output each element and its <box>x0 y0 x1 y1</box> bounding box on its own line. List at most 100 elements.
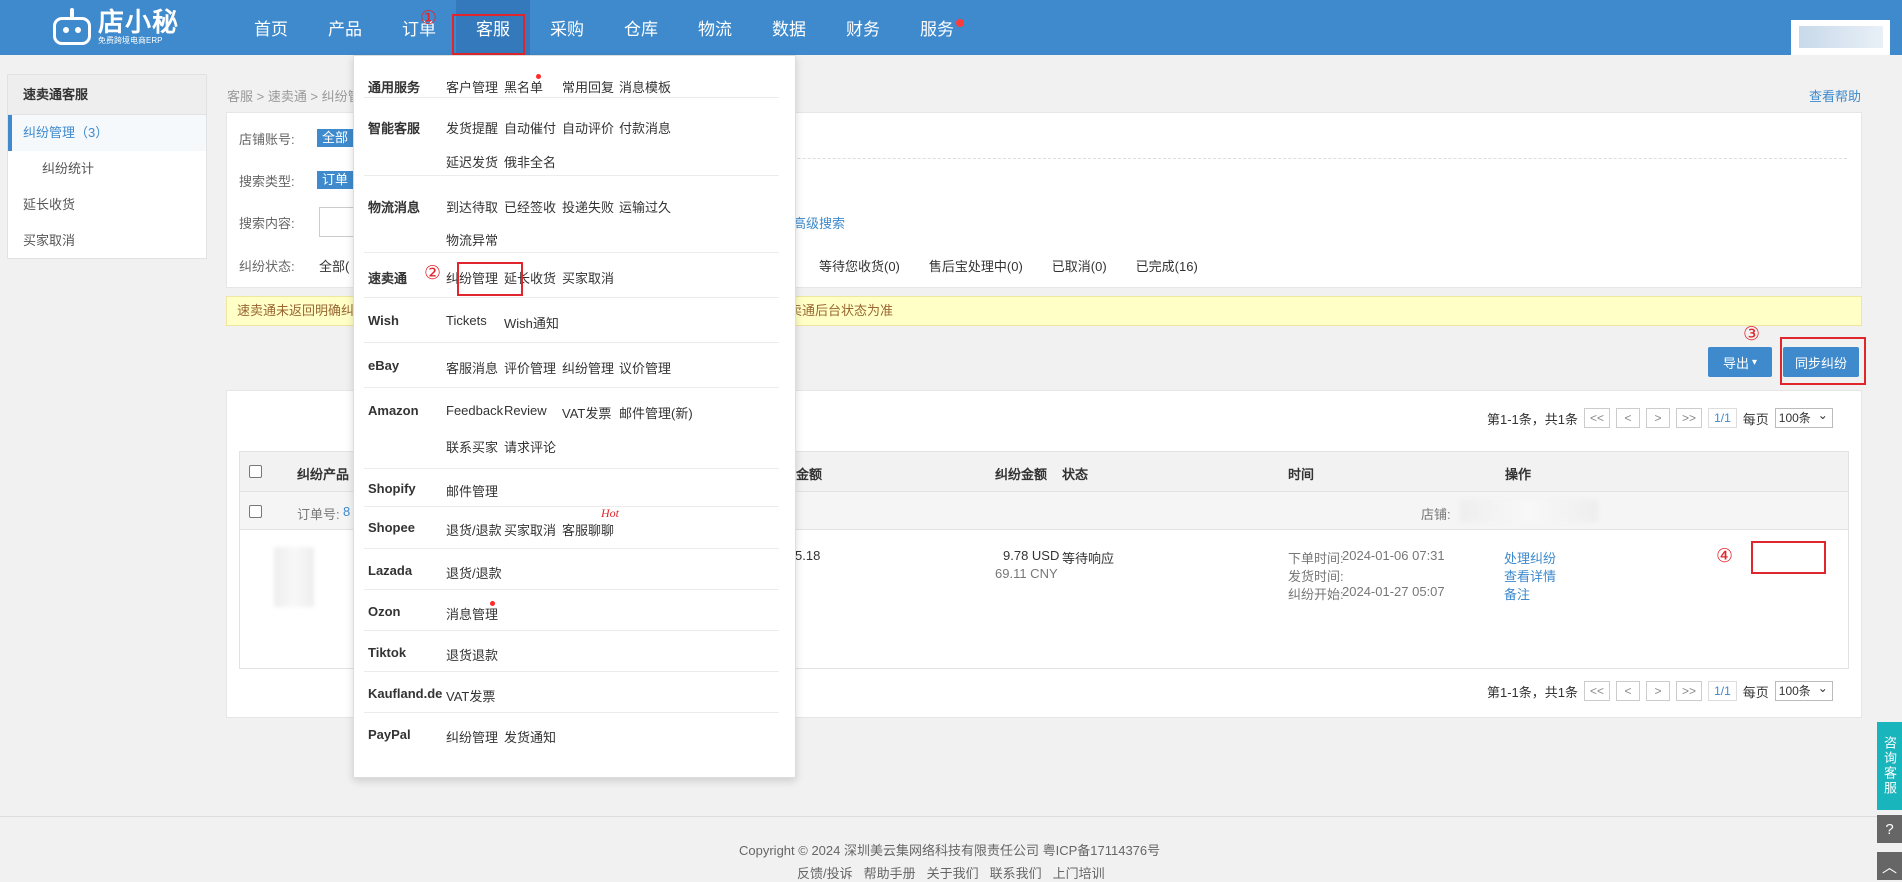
nav-home[interactable]: 首页 <box>234 0 308 55</box>
per-page-select[interactable]: 100条 <box>1774 679 1833 701</box>
footer-link-manual[interactable]: 帮助手册 <box>864 863 916 882</box>
menu-item-extend-receipt[interactable]: 延长收货 <box>504 268 556 287</box>
status-tab-completed[interactable]: 已完成(16) <box>1136 256 1198 275</box>
menu-item-contact-buyer[interactable]: 联系买家 <box>446 437 498 456</box>
menu-item-dispute-management[interactable]: 纠纷管理 <box>446 268 498 287</box>
menu-item-review[interactable]: Review <box>504 403 547 418</box>
menu-item-service-message[interactable]: 客服消息 <box>446 358 498 377</box>
remark-link[interactable]: 备注 <box>1504 584 1530 603</box>
menu-item-tiktok-return[interactable]: 退货退款 <box>446 645 498 664</box>
pager-first[interactable]: << <box>1584 681 1611 701</box>
menu-item-shopify-mail[interactable]: 邮件管理 <box>446 481 498 500</box>
menu-item-signed[interactable]: 已经签收 <box>504 197 556 216</box>
menu-item-awaiting-pickup[interactable]: 到达待取 <box>446 197 498 216</box>
pager-first[interactable]: << <box>1584 408 1611 428</box>
menu-item-message-template[interactable]: 消息模板 <box>619 77 671 96</box>
menu-item-mail-mgmt-new[interactable]: 邮件管理(新) <box>619 403 693 422</box>
menu-item-wish-notice[interactable]: Wish通知 <box>504 313 559 332</box>
menu-item-paypal-dispute[interactable]: 纠纷管理 <box>446 727 498 746</box>
menu-item-review-mgmt[interactable]: 评价管理 <box>504 358 556 377</box>
sidebar-item-extend-receipt[interactable]: 延长收货 <box>8 187 206 223</box>
menu-item-offer-mgmt[interactable]: 议价管理 <box>619 358 671 377</box>
sync-disputes-button[interactable]: 同步纠纷 <box>1783 347 1859 377</box>
view-details-link[interactable]: 查看详情 <box>1504 566 1556 585</box>
row-checkbox[interactable] <box>249 505 262 518</box>
pager-prev[interactable]: < <box>1616 408 1641 428</box>
menu-item-blacklist[interactable]: 黑名单 <box>504 77 543 96</box>
nav-customer-service[interactable]: 客服 <box>456 0 530 55</box>
notice-text-tail: 卖通后台状态为准 <box>789 303 894 318</box>
menu-item-shopee-return[interactable]: 退货/退款 <box>446 520 502 539</box>
pager-next[interactable]: > <box>1646 681 1671 701</box>
menu-item-ru-fullname[interactable]: 俄非全名 <box>504 152 556 171</box>
handle-dispute-link[interactable]: 处理纠纷 <box>1504 548 1556 567</box>
menu-item-shopee-cancel[interactable]: 买家取消 <box>504 520 556 539</box>
footer-link-about[interactable]: 关于我们 <box>927 863 979 882</box>
nav-data[interactable]: 数据 <box>752 0 826 55</box>
help-icon[interactable]: ? <box>1877 815 1902 843</box>
back-to-top-icon[interactable]: ︿ <box>1877 852 1902 880</box>
help-link[interactable]: 查看帮助 <box>1809 86 1861 105</box>
nav-products[interactable]: 产品 <box>308 0 382 55</box>
nav-orders[interactable]: 订单 <box>382 0 456 55</box>
pager-current[interactable]: 1/1 <box>1708 681 1737 701</box>
menu-item-quick-reply[interactable]: 常用回复 <box>562 77 614 96</box>
pager-last[interactable]: >> <box>1676 681 1703 701</box>
menu-item-feedback[interactable]: Feedback <box>446 403 503 418</box>
menu-item-lazada-return[interactable]: 退货/退款 <box>446 563 502 582</box>
menu-group-head: 通用服务 <box>368 80 421 95</box>
app-logo[interactable]: 店小秘 免费跨境电商ERP <box>50 4 190 50</box>
consult-service-button[interactable]: 咨询客服 <box>1877 722 1902 810</box>
menu-item-auto-review[interactable]: 自动评价 <box>562 118 614 137</box>
pager-last[interactable]: >> <box>1676 408 1703 428</box>
menu-item-request-review[interactable]: 请求评论 <box>504 437 556 456</box>
user-account-box[interactable] <box>1791 20 1890 55</box>
nav-finance[interactable]: 财务 <box>826 0 900 55</box>
status-tab-aftersale[interactable]: 售后宝处理中(0) <box>929 256 1023 275</box>
per-page-select[interactable]: 100条 <box>1774 406 1833 428</box>
nav-warehouse[interactable]: 仓库 <box>604 0 678 55</box>
pager-next[interactable]: > <box>1646 408 1671 428</box>
footer-link-feedback[interactable]: 反馈/投诉 <box>797 863 853 882</box>
menu-item-delivery-failed[interactable]: 投递失败 <box>562 197 614 216</box>
dispute-start: 2024-01-27 05:07 <box>1342 584 1445 599</box>
menu-item-kaufland-vat[interactable]: VAT发票 <box>446 686 495 705</box>
menu-item-auto-payment-reminder[interactable]: 自动催付 <box>504 118 556 137</box>
menu-group-paypal: PayPal 纠纷管理 发货通知 <box>364 713 779 755</box>
sidebar-item-dispute-stats[interactable]: 纠纷统计 <box>8 151 206 187</box>
nav-service[interactable]: 服务 <box>900 0 974 55</box>
footer-link-training[interactable]: 上门培训 <box>1053 863 1105 882</box>
menu-item-ship-reminder[interactable]: 发货提醒 <box>446 118 498 137</box>
sidebar-item-buyer-cancel[interactable]: 买家取消 <box>8 223 206 259</box>
pager-current[interactable]: 1/1 <box>1708 408 1737 428</box>
status-tab-cancelled[interactable]: 已取消(0) <box>1052 256 1107 275</box>
menu-item-buyer-cancel[interactable]: 买家取消 <box>562 268 614 287</box>
menu-item-customer-mgmt[interactable]: 客户管理 <box>446 77 498 96</box>
left-sidebar: 速卖通客服 纠纷管理（3） 纠纷统计 延长收货 买家取消 <box>7 74 207 259</box>
nav-logistics[interactable]: 物流 <box>678 0 752 55</box>
menu-item-transit-too-long[interactable]: 运输过久 <box>619 197 671 216</box>
sidebar-item-dispute-management[interactable]: 纠纷管理（3） <box>8 115 206 151</box>
shop-all-tag[interactable]: 全部 <box>317 129 354 147</box>
menu-item-vat-invoice[interactable]: VAT发票 <box>562 403 611 422</box>
search-type-label: 搜索类型: <box>239 174 295 189</box>
menu-item-shopee-chat[interactable]: 客服聊聊 <box>562 520 614 539</box>
advanced-search-link[interactable]: 高级搜索 <box>793 213 845 232</box>
menu-item-payment-message[interactable]: 付款消息 <box>619 118 671 137</box>
menu-item-tickets[interactable]: Tickets <box>446 313 487 328</box>
status-tab-awaiting-receipt[interactable]: 等待您收货(0) <box>819 256 900 275</box>
menu-item-logistics-exception[interactable]: 物流异常 <box>446 230 498 249</box>
search-type-tag[interactable]: 订单 <box>317 171 354 189</box>
product-image[interactable] <box>274 547 314 607</box>
menu-item-delayed-shipping[interactable]: 延迟发货 <box>446 152 498 171</box>
order-no[interactable]: 8 <box>343 504 350 519</box>
pager-prev[interactable]: < <box>1616 681 1641 701</box>
nav-purchase[interactable]: 采购 <box>530 0 604 55</box>
menu-item-paypal-ship-notice[interactable]: 发货通知 <box>504 727 556 746</box>
select-all-checkbox[interactable] <box>249 465 262 478</box>
footer-link-contact[interactable]: 联系我们 <box>990 863 1042 882</box>
export-button[interactable]: 导出 ▾ <box>1708 347 1772 377</box>
menu-item-ozon-message[interactable]: 消息管理 <box>446 604 498 623</box>
menu-item-ebay-dispute[interactable]: 纠纷管理 <box>562 358 614 377</box>
status-all-tab[interactable]: 全部( <box>319 256 349 275</box>
